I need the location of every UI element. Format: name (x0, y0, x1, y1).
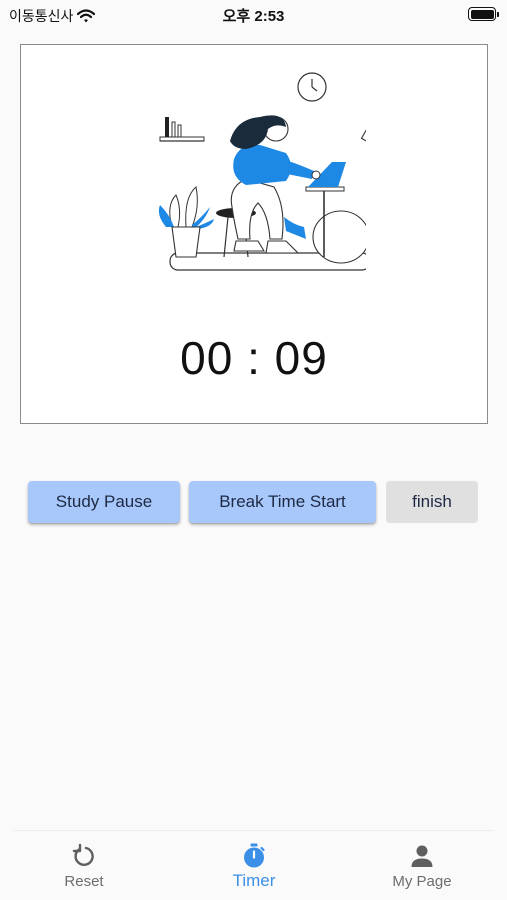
break-time-start-button[interactable]: Break Time Start (189, 481, 376, 523)
studying-woman-illustration (158, 72, 366, 271)
timer-display: 00 : 09 (180, 332, 328, 384)
status-bar: 이동통신사 오후 2:53 (0, 0, 507, 30)
person-icon (411, 845, 433, 867)
bottom-navigation: Reset Timer My Page (14, 830, 494, 900)
nav-item-timer[interactable]: Timer (204, 843, 304, 891)
nav-label-timer: Timer (232, 871, 276, 890)
nav-label-reset: Reset (64, 873, 104, 890)
refresh-icon (72, 843, 94, 866)
nav-label-my-page: My Page (392, 873, 452, 890)
finish-button[interactable]: finish (386, 481, 478, 523)
status-time: 오후 2:53 (222, 8, 285, 25)
timer-card: 00 : 09 (20, 44, 488, 424)
nav-item-reset[interactable]: Reset (34, 843, 134, 890)
stopwatch-icon (244, 843, 265, 868)
battery-icon (468, 7, 499, 21)
nav-item-my-page[interactable]: My Page (372, 843, 472, 890)
study-pause-button[interactable]: Study Pause (28, 481, 180, 523)
